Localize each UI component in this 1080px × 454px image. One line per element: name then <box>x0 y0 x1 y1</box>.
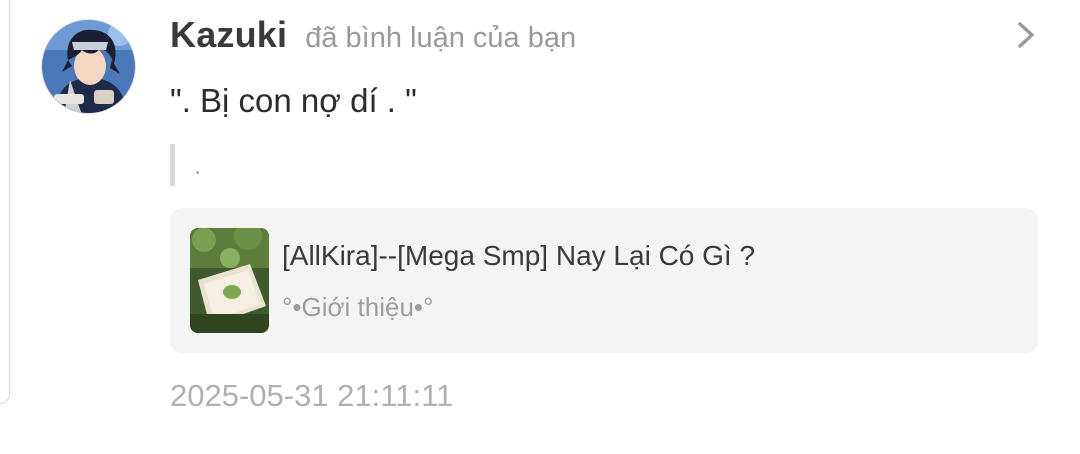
comment-notification[interactable]: Kazuki đã bình luận của bạn ". Bị con nợ… <box>0 0 1080 454</box>
left-divider <box>0 0 10 404</box>
notification-header: Kazuki đã bình luận của bạn <box>170 14 576 58</box>
username[interactable]: Kazuki <box>170 14 287 56</box>
quoted-text: . <box>194 150 202 180</box>
chevron-right-icon[interactable] <box>1012 20 1040 50</box>
story-card[interactable]: [AllKira]--[Mega Smp] Nay Lại Có Gì ? °•… <box>170 208 1038 353</box>
timestamp: 2025-05-31 21:11:11 <box>170 378 454 413</box>
story-cover-image <box>190 228 269 333</box>
action-text: đã bình luận của bạn <box>305 22 577 54</box>
quote-bar <box>170 144 175 186</box>
story-subtitle: °•Giới thiệu•° <box>282 292 434 322</box>
comment-text: ". Bị con nợ dí . " <box>170 82 417 119</box>
story-title: [AllKira]--[Mega Smp] Nay Lại Có Gì ? <box>282 240 756 271</box>
user-avatar[interactable] <box>41 19 136 114</box>
